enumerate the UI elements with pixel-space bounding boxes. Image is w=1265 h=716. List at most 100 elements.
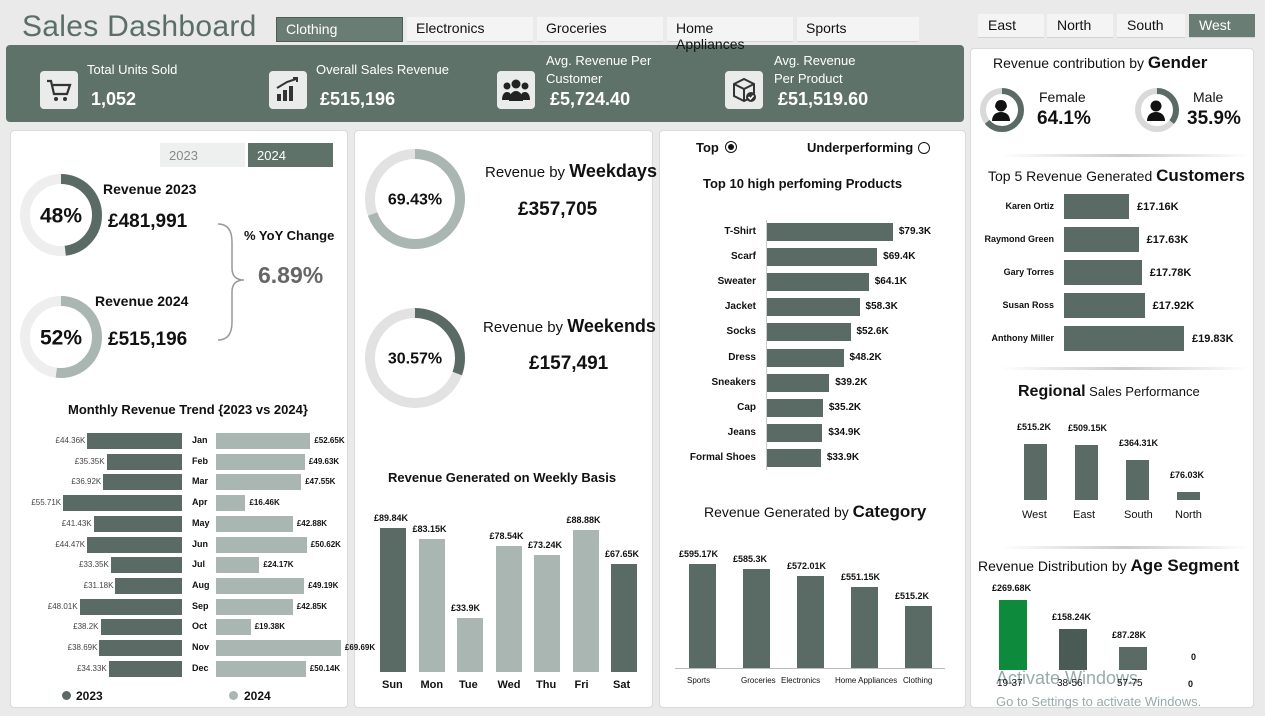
weekly-value-label: £33.9K [451, 602, 481, 613]
product-value: $35.2K [828, 401, 862, 413]
category-bar [743, 568, 770, 668]
monthly-bar-2023 [106, 453, 182, 470]
product-bar [767, 298, 860, 317]
weekends-value: £157,491 [529, 353, 609, 374]
product-name: Formal Shoes [689, 451, 756, 463]
category-title-emphasis: Category [852, 502, 927, 521]
weekly-day-label: Sat [613, 679, 631, 691]
monthly-bar-2024 [216, 660, 306, 677]
customer-name: Susan Ross [1002, 300, 1054, 310]
revenue-2024-value: £515,196 [108, 329, 188, 350]
month-label: Oct [192, 621, 208, 632]
weekly-bar-mon [418, 538, 445, 672]
year-toggle-2024[interactable]: 2024 [248, 143, 333, 167]
monthly-label-2023: £44.36K [55, 436, 86, 445]
male-pct: 35.9% [1187, 108, 1241, 129]
weekdays-title-emphasis: Weekdays [569, 161, 657, 181]
kpi-avg-per-product-label-line2: Per Product [774, 71, 843, 86]
toggle-top-label: Top [696, 140, 719, 155]
weekly-value-label: £83.15K [412, 523, 447, 534]
year-toggle-2023[interactable]: 2023 [160, 143, 245, 167]
category-value: £595.17K [679, 548, 719, 559]
monthly-bar-2024 [216, 495, 246, 512]
donut-weekdays: 69.43% [365, 149, 465, 249]
product-value: $69.4K [883, 251, 916, 263]
monthly-bar-2024 [216, 453, 305, 470]
weekdays-value: £357,705 [518, 199, 598, 220]
category-filter-electronics[interactable]: Electronics [407, 17, 533, 42]
region-name: East [1073, 509, 1096, 521]
monthly-label-2024: £69.69K [344, 643, 376, 652]
month-label: Mar [192, 476, 209, 487]
product-bar [767, 248, 878, 267]
kpi-avg-per-product-label-line1: Avg. Revenue [774, 53, 856, 68]
monthly-label-2024: £49.63K [308, 456, 340, 466]
product-name: T-Shirt [724, 226, 756, 237]
category-filter-clothing[interactable]: Clothing [276, 17, 403, 42]
monthly-bar-2023 [100, 619, 182, 636]
cart-icon [40, 71, 78, 109]
radio-top[interactable] [725, 141, 737, 153]
customer-name: Karen Ortiz [1005, 201, 1054, 211]
monthly-label-2023: £36.92K [71, 477, 102, 487]
category-filter-sports[interactable]: Sports [797, 17, 919, 42]
weekends-title-emphasis: Weekends [567, 316, 656, 336]
customer-name: Gary Torres [1003, 267, 1054, 277]
monthly-label-2024: £42.88K [296, 518, 328, 528]
category-filter-home-appliances[interactable]: Home Appliances [667, 17, 793, 52]
product-name: Sneakers [711, 376, 756, 388]
region-bar-north [1177, 491, 1200, 500]
region-bar-west [1024, 444, 1047, 500]
category-filter-groceries[interactable]: Groceries [537, 17, 663, 42]
gender-title-emphasis: Gender [1147, 53, 1208, 72]
yoy-change-label: % YoY Change [244, 228, 335, 243]
product-value: $79.3K [898, 226, 932, 237]
growth-chart-icon [269, 71, 307, 109]
kpi-avg-per-customer-label-line1: Avg. Revenue Per [546, 53, 652, 68]
donut-revenue-2024: 52% [20, 296, 102, 378]
monthly-label-2024: £19.38K [254, 622, 285, 632]
category-axis [675, 668, 945, 669]
category-bar [797, 575, 824, 668]
region-name: West [1022, 509, 1047, 521]
weekly-day-label: Fri [574, 679, 589, 691]
region-filter-south[interactable]: South [1117, 14, 1185, 38]
monthly-label-2023: £48.01K [47, 601, 78, 611]
month-label: Aug [192, 579, 210, 590]
category-value: £585.3K [733, 553, 768, 564]
product-name: Jacket [724, 301, 756, 313]
donut-weekends-label: 30.57% [388, 351, 442, 368]
month-label: Nov [192, 642, 210, 652]
weekdays-title: Revenue by Weekdays [485, 161, 657, 182]
donut-revenue-2023-label: 48% [40, 204, 82, 227]
weekly-value-label: £78.54K [489, 531, 524, 542]
kpi-avg-per-customer-label-line2: Customer [546, 71, 603, 86]
product-bar [767, 348, 844, 367]
kpi-sales-revenue-value: £515,196 [320, 89, 396, 109]
kpi-avg-per-customer-value: £5,724.40 [550, 89, 631, 109]
monthly-bar-2023 [110, 557, 182, 574]
product-name: Dress [728, 351, 756, 363]
region-value: £76.03K [1170, 469, 1205, 480]
customer-bar [1064, 194, 1129, 219]
product-value: $33.9K [826, 451, 860, 463]
legend-2024-label: 2024 [244, 689, 271, 703]
customer-bar [1064, 326, 1184, 351]
product-value: $58.3K [865, 301, 898, 313]
product-value: $64.1K [874, 276, 907, 288]
divider [1000, 367, 1250, 370]
product-value: $48.2K [849, 351, 882, 363]
customers-title-prefix: Top 5 Revenue Generated [988, 168, 1157, 184]
monthly-bar-2023 [115, 577, 182, 594]
radio-underperforming[interactable] [918, 142, 930, 154]
weekly-day-label: Sun [382, 679, 403, 691]
region-filter-west[interactable]: West [1189, 14, 1255, 38]
region-filter-north[interactable]: North [1047, 14, 1113, 38]
customer-value: £17.92K [1152, 300, 1195, 312]
month-label: Jun [192, 538, 209, 549]
month-label: Dec [192, 662, 209, 673]
age-bar [999, 600, 1027, 670]
weekly-bar-wed [495, 546, 522, 672]
kpi-units-sold-value: 1,052 [91, 89, 137, 109]
region-filter-east[interactable]: East [978, 14, 1044, 38]
